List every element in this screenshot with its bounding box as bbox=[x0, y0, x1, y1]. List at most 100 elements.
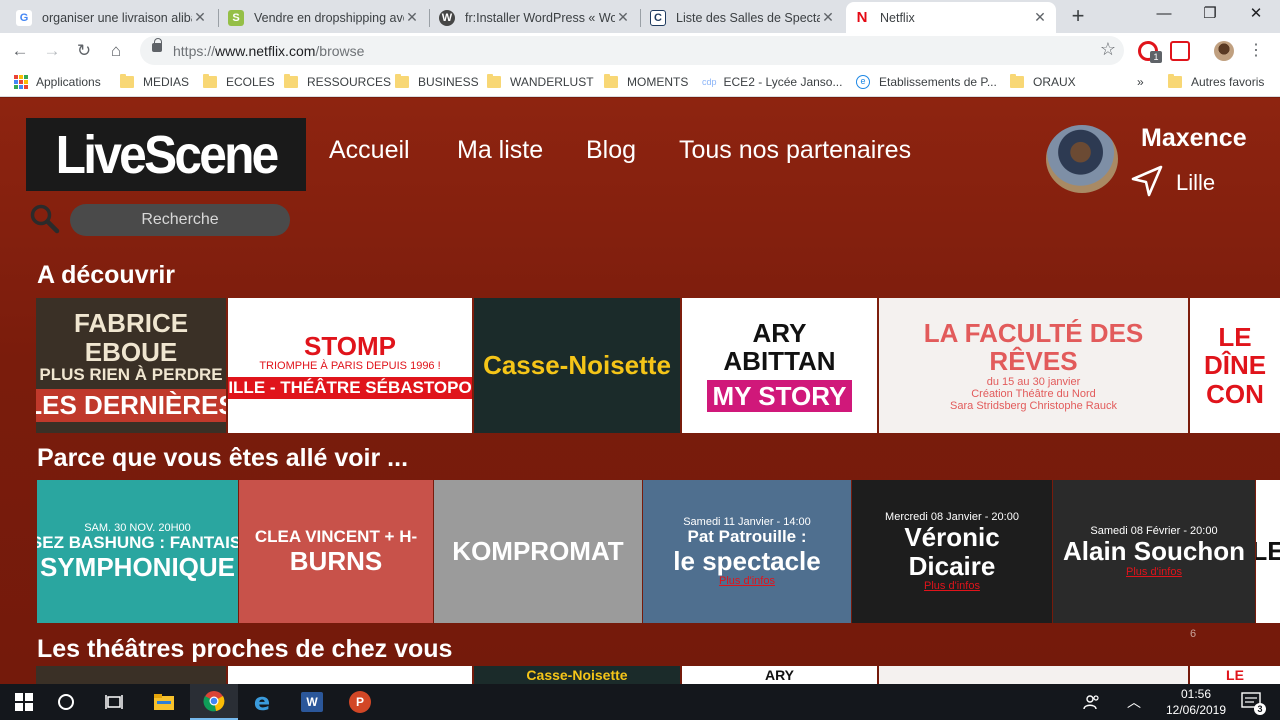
menu-kebab-icon[interactable]: ⋮ bbox=[1244, 39, 1268, 63]
bookmark-star-icon[interactable]: ☆ bbox=[1100, 39, 1116, 60]
powerpoint-icon[interactable]: P bbox=[336, 684, 384, 720]
user-name[interactable]: Maxence bbox=[1141, 124, 1247, 153]
card-text: MY STORY bbox=[706, 379, 853, 413]
show-card[interactable]: Samedi 11 Janvier - 14:00 Pat Patrouille … bbox=[643, 480, 851, 623]
cortana-icon[interactable] bbox=[42, 684, 90, 720]
edge-icon[interactable]: e bbox=[238, 684, 286, 720]
show-card[interactable]: Samedi 08 Février - 20:00 Alain Souchon Pl… bbox=[1053, 480, 1255, 623]
show-hidden-icons-chevron-icon[interactable]: ︿ bbox=[1114, 684, 1154, 720]
show-card[interactable]: CLEA VINCENT + H- BURNS bbox=[239, 480, 433, 623]
extension-icon[interactable]: 1 bbox=[1138, 41, 1162, 63]
user-city[interactable]: Lille bbox=[1176, 170, 1215, 196]
show-card[interactable]: ARY bbox=[682, 666, 877, 684]
show-card[interactable]: ARY ABITTAN MY STORY bbox=[682, 298, 877, 433]
nav-ma-liste[interactable]: Ma liste bbox=[457, 136, 543, 165]
start-icon[interactable] bbox=[0, 684, 48, 720]
url-text[interactable]: https://www.netflix.com/browse bbox=[173, 43, 364, 59]
task-view-icon[interactable] bbox=[90, 684, 138, 720]
close-tab-icon[interactable]: ✕ bbox=[404, 9, 420, 26]
close-window-button[interactable]: ✕ bbox=[1233, 0, 1279, 30]
card-text: Pat Patrouille : bbox=[687, 526, 807, 546]
show-card[interactable]: STOMP TRIOMPHE À PARIS DEPUIS 1996 ! LILLE… bbox=[228, 298, 472, 433]
close-tab-icon[interactable]: ✕ bbox=[615, 9, 631, 26]
reload-icon[interactable]: ↻ bbox=[72, 39, 96, 63]
show-card[interactable]: Casse-Noisette bbox=[474, 666, 680, 684]
bookmark-folder[interactable]: RESSOURCES bbox=[284, 74, 391, 89]
card-text: CON bbox=[1206, 378, 1264, 409]
row-title: A découvrir bbox=[37, 261, 176, 289]
system-clock[interactable]: 01:56 12/06/2019 bbox=[1160, 686, 1232, 718]
notification-center-icon[interactable]: 3 bbox=[1232, 684, 1272, 720]
row-title: Les théâtres proches de chez vous bbox=[37, 635, 453, 663]
restore-button[interactable]: ❐ bbox=[1187, 0, 1233, 30]
browser-tab-active[interactable]: N Netflix ✕ bbox=[846, 2, 1056, 33]
browser-tab[interactable]: G organiser une livraison alibaba ✕ bbox=[8, 2, 216, 33]
file-explorer-icon[interactable] bbox=[140, 684, 188, 720]
show-card[interactable] bbox=[228, 666, 472, 684]
bookmark-etablissements[interactable]: e Etablissements de P... bbox=[856, 75, 997, 89]
show-card[interactable] bbox=[36, 666, 226, 684]
minimize-button[interactable]: — bbox=[1141, 0, 1187, 30]
show-card[interactable]: LA FACULTÉ DES RÊVES du 15 au 30 janvier Cr… bbox=[879, 298, 1188, 433]
nav-partenaires[interactable]: Tous nos partenaires bbox=[679, 136, 911, 165]
bookmark-folder[interactable]: MOMENTS bbox=[604, 74, 688, 89]
bookmarks-overflow-button[interactable]: » bbox=[1137, 75, 1144, 89]
show-card[interactable]: Casse-Noisette bbox=[474, 298, 680, 433]
nav-blog[interactable]: Blog bbox=[586, 136, 636, 165]
bookmark-applications[interactable]: Applications bbox=[14, 75, 101, 89]
tab-title: Liste des Salles de Spectacle bbox=[676, 10, 820, 25]
card-text: OSEZ BASHUNG : FANTAISIE bbox=[37, 532, 238, 552]
show-card[interactable]: LE bbox=[1256, 480, 1280, 623]
tab-title: Vendre en dropshipping avec bbox=[254, 10, 404, 25]
profile-avatar-icon[interactable] bbox=[1214, 41, 1234, 61]
bookmark-folder[interactable]: BUSINESS bbox=[395, 74, 479, 89]
card-text: Sara Stridsberg Christophe Rauck bbox=[950, 400, 1117, 413]
search-input[interactable]: Recherche bbox=[70, 204, 290, 236]
people-icon[interactable] bbox=[1072, 684, 1112, 720]
show-card[interactable]: FABRICE EBOUE PLUS RIEN À PERDRE LES DERNIÈ… bbox=[36, 298, 226, 433]
clock-date: 12/06/2019 bbox=[1165, 703, 1227, 717]
other-bookmarks-folder[interactable]: Autres favoris bbox=[1168, 74, 1264, 89]
show-card[interactable]: Mercredi 08 Janvier - 20:00 Véronic Dicair… bbox=[852, 480, 1052, 623]
browser-tab[interactable]: S Vendre en dropshipping avec ✕ bbox=[220, 2, 428, 33]
close-tab-icon[interactable]: ✕ bbox=[1032, 9, 1048, 26]
show-card[interactable] bbox=[879, 666, 1188, 684]
folder-icon bbox=[1168, 74, 1182, 88]
page-content: LiveScene Accueil Ma liste Blog Tous nos… bbox=[0, 98, 1280, 684]
chrome-icon[interactable] bbox=[190, 684, 238, 720]
close-tab-icon[interactable]: ✕ bbox=[820, 9, 836, 26]
nav-accueil[interactable]: Accueil bbox=[329, 136, 410, 165]
bookmark-folder[interactable]: MEDIAS bbox=[120, 74, 189, 89]
card-text: TRIOMPHE À PARIS DEPUIS 1996 ! bbox=[259, 360, 441, 373]
show-card[interactable]: SAM. 30 NOV. 20H00OSEZ BASHUNG : FANTAIS… bbox=[37, 480, 238, 623]
word-icon[interactable]: W bbox=[288, 684, 336, 720]
new-tab-button[interactable]: + bbox=[1066, 4, 1090, 28]
card-text: EBOUE bbox=[84, 336, 178, 367]
wordpress-icon: W bbox=[439, 9, 455, 26]
browser-tab[interactable]: W fr:Installer WordPress « WordPress ✕ bbox=[431, 2, 639, 33]
home-icon[interactable]: ⌂ bbox=[104, 39, 128, 63]
forward-arrow-icon[interactable]: → bbox=[40, 39, 64, 63]
bookmark-ece2[interactable]: cdp ECE2 - Lycée Janso... bbox=[702, 75, 842, 89]
card-headline: Casse-Noisette bbox=[483, 350, 671, 381]
apps-grid-icon bbox=[14, 75, 28, 89]
user-avatar[interactable] bbox=[1046, 125, 1118, 193]
bookmark-folder[interactable]: ORAUX bbox=[1010, 74, 1076, 89]
show-card[interactable]: KOMPROMAT bbox=[434, 480, 642, 623]
bookmark-folder[interactable]: ECOLES bbox=[203, 74, 275, 89]
show-card[interactable]: LE bbox=[1190, 666, 1280, 684]
folder-icon bbox=[395, 74, 409, 88]
folder-icon bbox=[604, 74, 618, 88]
address-bar[interactable]: https://www.netflix.com/browse ☆ bbox=[140, 36, 1124, 65]
folder-icon bbox=[1010, 74, 1024, 88]
pocket-icon[interactable] bbox=[1170, 41, 1190, 61]
bookmark-folder[interactable]: WANDERLUST bbox=[487, 74, 594, 89]
show-card[interactable]: LE DÎNE CON bbox=[1190, 298, 1280, 433]
close-tab-icon[interactable]: ✕ bbox=[192, 9, 208, 26]
back-arrow-icon[interactable]: ← bbox=[8, 39, 32, 63]
netflix-icon: N bbox=[856, 9, 868, 26]
browser-toolbar: ← → ↻ ⌂ https://www.netflix.com/browse ☆… bbox=[0, 33, 1280, 69]
browser-tab[interactable]: C Liste des Salles de Spectacle ✕ bbox=[642, 2, 844, 33]
site-logo[interactable]: LiveScene bbox=[26, 118, 306, 191]
search-icon[interactable] bbox=[30, 204, 60, 234]
